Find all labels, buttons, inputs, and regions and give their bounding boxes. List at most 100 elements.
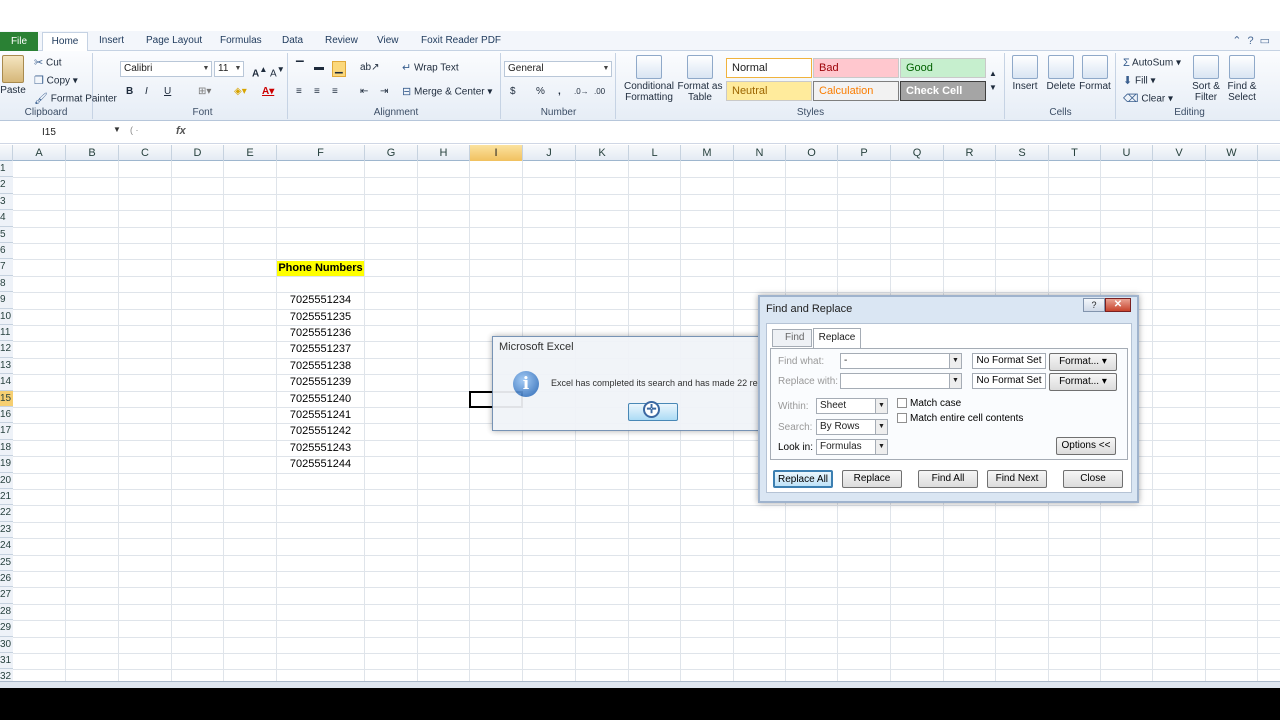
column-header-h[interactable]: H: [418, 145, 470, 161]
format-painter-button[interactable]: 🖌 Format Painter: [34, 92, 117, 107]
search-select[interactable]: By Rows ▼: [816, 419, 888, 435]
tab-home[interactable]: Home: [42, 32, 88, 52]
align-right-icon[interactable]: ≡: [332, 85, 338, 99]
font-name-select[interactable]: Calibri ▼: [120, 61, 212, 77]
column-header-k[interactable]: K: [576, 145, 629, 161]
options-button[interactable]: Options <<: [1056, 437, 1116, 455]
conditional-formatting-button[interactable]: Conditional Formatting: [621, 55, 677, 103]
style-normal[interactable]: Normal: [726, 58, 812, 78]
decrease-indent-icon[interactable]: ⇤: [360, 85, 368, 99]
wrap-text-button[interactable]: ↵ Wrap Text: [402, 61, 459, 76]
align-bottom-icon[interactable]: ▁: [332, 61, 346, 77]
style-neutral[interactable]: Neutral: [726, 81, 812, 101]
shrink-font-icon[interactable]: A▼: [270, 62, 285, 81]
align-center-icon[interactable]: ≡: [314, 85, 320, 99]
help-icon[interactable]: ?: [1247, 35, 1259, 47]
insert-function-icon[interactable]: fx: [176, 125, 186, 137]
phone-cell[interactable]: 7025551242: [277, 424, 364, 439]
name-box-dropdown-icon[interactable]: ▼: [113, 125, 121, 134]
row-header-29[interactable]: 29: [0, 620, 13, 637]
bold-button[interactable]: B: [126, 85, 133, 99]
row-header-27[interactable]: 27: [0, 587, 13, 604]
match-entire-checkbox[interactable]: [897, 413, 907, 423]
row-header-9[interactable]: 9: [0, 292, 13, 309]
formula-input[interactable]: [198, 125, 1278, 141]
merge-center-button[interactable]: ⊟ Merge & Center ▾: [402, 85, 492, 100]
style-check-cell[interactable]: Check Cell: [900, 81, 986, 101]
column-header-f[interactable]: F: [277, 145, 365, 161]
column-header-j[interactable]: J: [523, 145, 576, 161]
find-next-button[interactable]: Find Next: [987, 470, 1047, 488]
column-header-i[interactable]: I: [470, 145, 523, 161]
format-cells-button[interactable]: Format: [1076, 55, 1114, 92]
phone-cell[interactable]: 7025551240: [277, 392, 364, 407]
fill-color-icon[interactable]: ◈▾: [234, 85, 247, 99]
row-header-4[interactable]: 4: [0, 210, 13, 227]
chevron-down-icon[interactable]: ▼: [949, 374, 961, 388]
row-header-25[interactable]: 25: [0, 554, 13, 571]
tab-find[interactable]: Find: [772, 329, 812, 347]
column-header-o[interactable]: O: [786, 145, 838, 161]
borders-icon[interactable]: ⊞▾: [198, 85, 211, 99]
row-header-2[interactable]: 2: [0, 177, 13, 194]
tab-insert[interactable]: Insert: [99, 32, 124, 51]
column-header-m[interactable]: M: [681, 145, 734, 161]
row-header-23[interactable]: 23: [0, 521, 13, 539]
increase-decimal-icon[interactable]: .0→: [574, 85, 589, 99]
percent-button[interactable]: %: [536, 85, 545, 99]
column-header-b[interactable]: B: [66, 145, 119, 161]
tab-foxit[interactable]: Foxit Reader PDF: [421, 32, 501, 51]
number-format-select[interactable]: General ▼: [504, 61, 612, 77]
replace-button[interactable]: Replace: [842, 470, 902, 488]
column-header-d[interactable]: D: [172, 145, 224, 161]
row-header-19[interactable]: 19: [0, 456, 13, 473]
row-header-18[interactable]: 18: [0, 439, 13, 457]
minimize-ribbon-icon[interactable]: ⌃: [1232, 35, 1247, 47]
phone-cell[interactable]: 7025551241: [277, 408, 364, 423]
grow-font-icon[interactable]: A▲: [252, 62, 267, 81]
row-header-17[interactable]: 17: [0, 423, 13, 440]
phone-cell[interactable]: 7025551236: [277, 326, 364, 341]
column-header-s[interactable]: S: [996, 145, 1049, 161]
find-format-button[interactable]: Format... ▾: [1049, 353, 1117, 371]
formula-cancel-icon[interactable]: ( ·: [126, 125, 164, 141]
row-header-10[interactable]: 10: [0, 308, 13, 325]
comma-button[interactable]: ,: [558, 85, 561, 99]
row-header-14[interactable]: 14: [0, 374, 13, 391]
copy-button[interactable]: ❐ Copy ▾: [34, 74, 78, 89]
tab-data[interactable]: Data: [282, 32, 303, 51]
replace-format-button[interactable]: Format... ▾: [1049, 373, 1117, 391]
italic-button[interactable]: I: [145, 85, 148, 99]
tab-replace[interactable]: Replace: [813, 328, 861, 348]
phone-cell[interactable]: 7025551243: [277, 441, 364, 456]
tab-view[interactable]: View: [377, 32, 399, 51]
find-all-button[interactable]: Find All: [918, 470, 978, 488]
phone-cell[interactable]: 7025551239: [277, 375, 364, 390]
cut-button[interactable]: ✂ Cut: [34, 56, 62, 71]
select-all-corner[interactable]: [0, 145, 13, 161]
row-header-26[interactable]: 26: [0, 571, 13, 588]
autosum-button[interactable]: Σ AutoSum ▾: [1123, 56, 1181, 71]
chevron-down-icon[interactable]: ▼: [949, 354, 961, 368]
match-case-checkbox[interactable]: [897, 398, 907, 408]
column-header-n[interactable]: N: [734, 145, 786, 161]
row-header-28[interactable]: 28: [0, 603, 13, 621]
row-header-3[interactable]: 3: [0, 193, 13, 211]
decrease-decimal-icon[interactable]: .00: [594, 85, 605, 99]
close-icon[interactable]: ✕: [1105, 298, 1131, 312]
look-in-select[interactable]: Formulas ▼: [816, 439, 888, 455]
orientation-icon[interactable]: ab↗: [360, 61, 380, 75]
replace-all-button[interactable]: Replace All: [773, 470, 833, 488]
column-header-w[interactable]: W: [1206, 145, 1258, 161]
row-header-5[interactable]: 5: [0, 226, 13, 243]
find-what-input[interactable]: - ▼: [840, 353, 962, 369]
style-calculation[interactable]: Calculation: [813, 81, 899, 101]
font-color-icon[interactable]: A▾: [262, 85, 274, 99]
row-header-20[interactable]: 20: [0, 472, 13, 489]
align-left-icon[interactable]: ≡: [296, 85, 302, 99]
fill-button[interactable]: ⬇ Fill ▾: [1123, 74, 1156, 89]
row-header-15[interactable]: 15: [0, 390, 13, 407]
increase-indent-icon[interactable]: ⇥: [380, 85, 388, 99]
row-header-21[interactable]: 21: [0, 489, 13, 506]
column-header-g[interactable]: G: [365, 145, 418, 161]
